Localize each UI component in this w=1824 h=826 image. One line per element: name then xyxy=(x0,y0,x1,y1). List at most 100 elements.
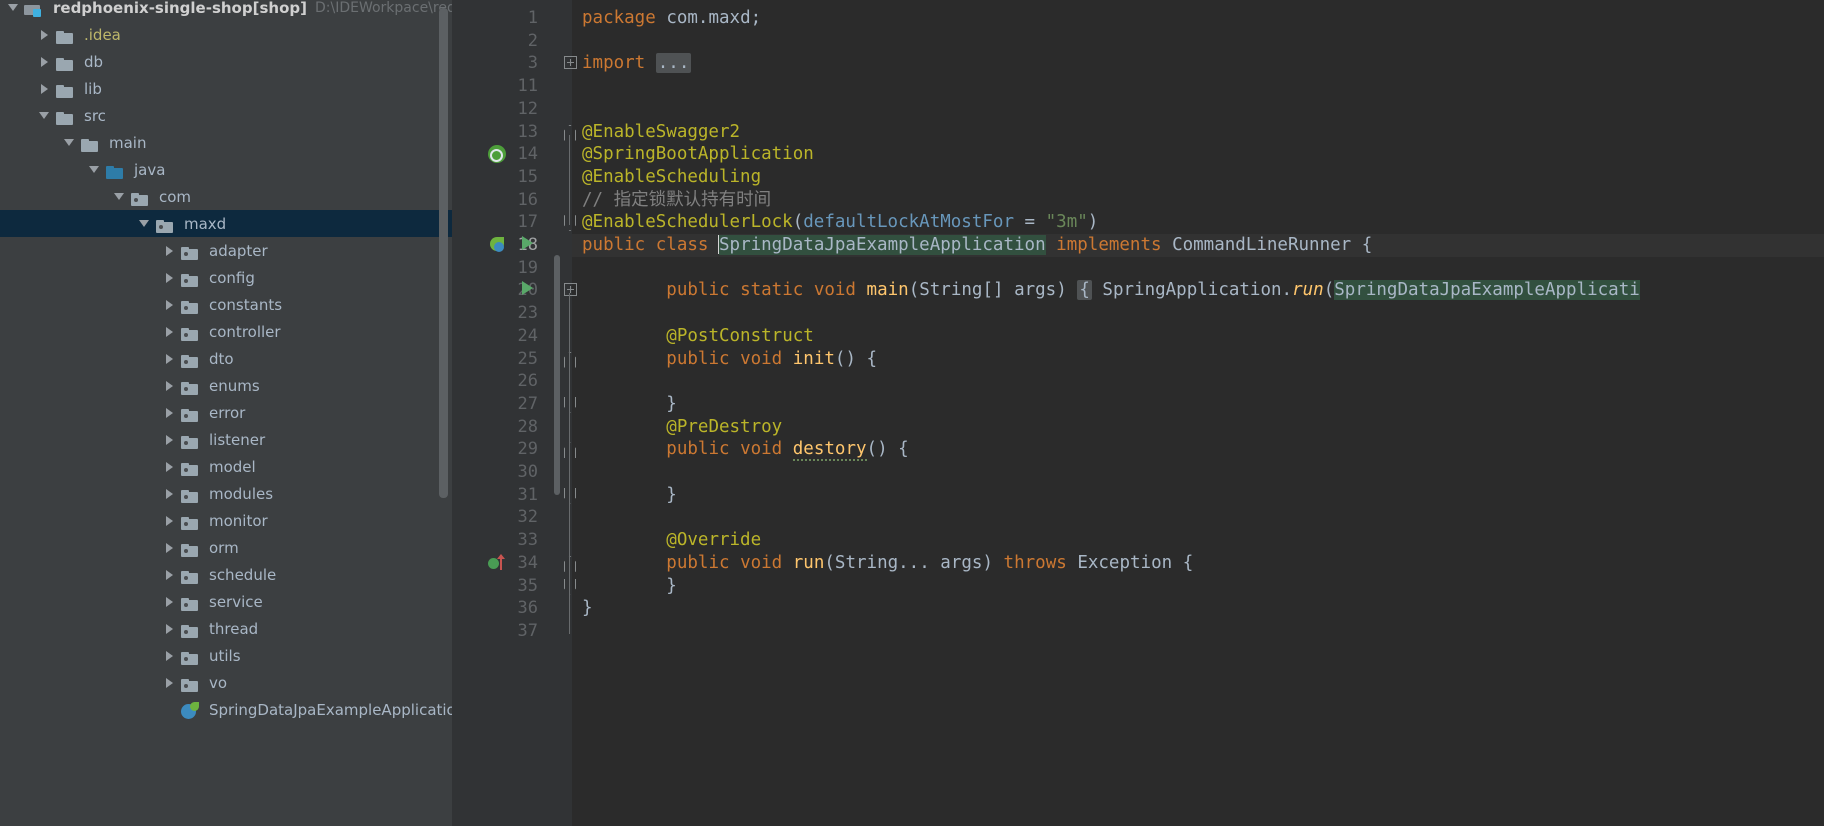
project-tool-window[interactable]: redphoenix-single-shop [shop] D:\IDEWorkp… xyxy=(0,0,452,826)
tree-item-config[interactable]: config xyxy=(0,264,452,291)
code-line[interactable] xyxy=(572,30,1824,53)
code-line[interactable]: } xyxy=(572,393,1824,416)
code-line[interactable] xyxy=(572,461,1824,484)
tree-item-schedule[interactable]: schedule xyxy=(0,561,452,588)
code-line[interactable]: @EnableSwagger2 xyxy=(572,121,1824,144)
chevron-right-icon[interactable] xyxy=(35,26,53,44)
code-folding-strip[interactable] xyxy=(562,0,572,826)
run-play-icon[interactable] xyxy=(522,236,533,250)
tree-item-model[interactable]: model xyxy=(0,453,452,480)
chevron-right-icon[interactable] xyxy=(160,431,178,449)
tree-item-project-root[interactable]: redphoenix-single-shop [shop] D:\IDEWorkp… xyxy=(0,0,452,21)
tree-item-service[interactable]: service xyxy=(0,588,452,615)
spring-boot-run-icon[interactable] xyxy=(488,236,506,254)
code-line[interactable] xyxy=(572,98,1824,121)
tree-item-lib[interactable]: lib xyxy=(0,75,452,102)
chevron-right-icon[interactable] xyxy=(160,620,178,638)
chevron-right-icon[interactable] xyxy=(160,242,178,260)
chevron-down-icon[interactable] xyxy=(85,161,103,179)
chevron-right-icon[interactable] xyxy=(160,674,178,692)
code-line[interactable]: @PreDestroy xyxy=(572,416,1824,439)
code-line[interactable] xyxy=(572,506,1824,529)
code-line[interactable] xyxy=(572,257,1824,280)
tree-item-error[interactable]: error xyxy=(0,399,452,426)
editor-gutter[interactable]: 1 2 3 11 12 13 14 15 16 17 18 19 20 23 24 25 26 27 28 29 30 3… xyxy=(452,0,572,826)
code-line[interactable]: } xyxy=(572,484,1824,507)
code-line[interactable]: import ... xyxy=(572,52,1824,75)
tree-item-controller[interactable]: controller xyxy=(0,318,452,345)
code-line[interactable] xyxy=(572,302,1824,325)
code-line[interactable]: public void init() { xyxy=(572,348,1824,371)
chevron-right-icon[interactable] xyxy=(160,566,178,584)
code-line[interactable]: @EnableScheduling xyxy=(572,166,1824,189)
code-line[interactable]: @PostConstruct xyxy=(572,325,1824,348)
tree-item-adapter[interactable]: adapter xyxy=(0,237,452,264)
code-line[interactable]: public void run(String... args) throws E… xyxy=(572,552,1824,575)
tree-item-maxd[interactable]: maxd xyxy=(0,210,452,237)
fold-expand-imports[interactable] xyxy=(564,56,577,70)
editor[interactable]: 1 2 3 11 12 13 14 15 16 17 18 19 20 23 24 25 26 27 28 29 30 3… xyxy=(452,0,1824,826)
tree-item-java[interactable]: java xyxy=(0,156,452,183)
folded-body[interactable]: { xyxy=(1077,280,1092,301)
package-icon xyxy=(180,512,202,530)
chevron-right-icon[interactable] xyxy=(35,53,53,71)
package-icon xyxy=(180,593,202,611)
tree-item-springdatajpaexampleapplication[interactable]: SpringDataJpaExampleApplication xyxy=(0,696,452,723)
project-tree-scrollbar[interactable] xyxy=(439,8,448,498)
chevron-right-icon[interactable] xyxy=(160,323,178,341)
code-line[interactable] xyxy=(572,75,1824,98)
tree-item-enums[interactable]: enums xyxy=(0,372,452,399)
editor-vertical-scrollbar[interactable] xyxy=(554,255,560,495)
tree-item-main[interactable]: main xyxy=(0,129,452,156)
code-text-area[interactable]: package com.maxd; import ... @EnableSwagge… xyxy=(572,0,1824,826)
run-play-icon[interactable] xyxy=(522,281,533,296)
code-line[interactable]: public class SpringDataJpaExampleApplica… xyxy=(572,234,1824,257)
chevron-right-icon[interactable] xyxy=(160,269,178,287)
tree-item-thread[interactable]: thread xyxy=(0,615,452,642)
code-line[interactable]: @Override xyxy=(572,529,1824,552)
tree-item-monitor[interactable]: monitor xyxy=(0,507,452,534)
chevron-right-icon[interactable] xyxy=(160,539,178,557)
chevron-right-icon[interactable] xyxy=(160,350,178,368)
code-line[interactable]: public void destory() { xyxy=(572,438,1824,462)
tree-item--idea[interactable]: .idea xyxy=(0,21,452,48)
chevron-right-icon[interactable] xyxy=(160,377,178,395)
folded-imports[interactable]: ... xyxy=(655,53,692,74)
code-line[interactable]: @SpringBootApplication xyxy=(572,143,1824,166)
code-line[interactable]: public static void main(String[] args) {… xyxy=(572,279,1824,302)
code-line[interactable]: package com.maxd; xyxy=(572,7,1824,30)
chevron-right-icon[interactable] xyxy=(160,458,178,476)
chevron-right-icon[interactable] xyxy=(160,593,178,611)
chevron-right-icon[interactable] xyxy=(35,80,53,98)
implementing-method-icon[interactable] xyxy=(488,553,506,572)
tree-item-listener[interactable]: listener xyxy=(0,426,452,453)
tree-item-src[interactable]: src xyxy=(0,102,452,129)
chevron-down-icon[interactable] xyxy=(4,0,22,17)
chevron-down-icon[interactable] xyxy=(35,107,53,125)
tree-item-db[interactable]: db xyxy=(0,48,452,75)
tree-item-constants[interactable]: constants xyxy=(0,291,452,318)
code-line[interactable]: // 指定锁默认持有时间 xyxy=(572,189,1824,212)
project-tree[interactable]: redphoenix-single-shop [shop] D:\IDEWorkp… xyxy=(0,0,452,723)
code-line[interactable]: } xyxy=(572,597,1824,620)
fold-expand-main[interactable] xyxy=(564,283,577,297)
code-line[interactable]: } xyxy=(572,575,1824,598)
tree-item-modules[interactable]: modules xyxy=(0,480,452,507)
tree-item-com[interactable]: com xyxy=(0,183,452,210)
code-line[interactable] xyxy=(572,370,1824,393)
code-line[interactable] xyxy=(572,620,1824,643)
chevron-right-icon[interactable] xyxy=(160,404,178,422)
tree-item-vo[interactable]: vo xyxy=(0,669,452,696)
chevron-right-icon[interactable] xyxy=(160,485,178,503)
chevron-right-icon[interactable] xyxy=(160,512,178,530)
tree-item-orm[interactable]: orm xyxy=(0,534,452,561)
chevron-down-icon[interactable] xyxy=(135,215,153,233)
chevron-right-icon[interactable] xyxy=(160,647,178,665)
tree-item-utils[interactable]: utils xyxy=(0,642,452,669)
tree-item-dto[interactable]: dto xyxy=(0,345,452,372)
chevron-down-icon[interactable] xyxy=(110,188,128,206)
chevron-down-icon[interactable] xyxy=(60,134,78,152)
code-token: defaultLockAtMostFor xyxy=(803,212,1014,233)
chevron-right-icon[interactable] xyxy=(160,296,178,314)
code-line[interactable]: @EnableSchedulerLock(defaultLockAtMostFo… xyxy=(572,211,1824,234)
